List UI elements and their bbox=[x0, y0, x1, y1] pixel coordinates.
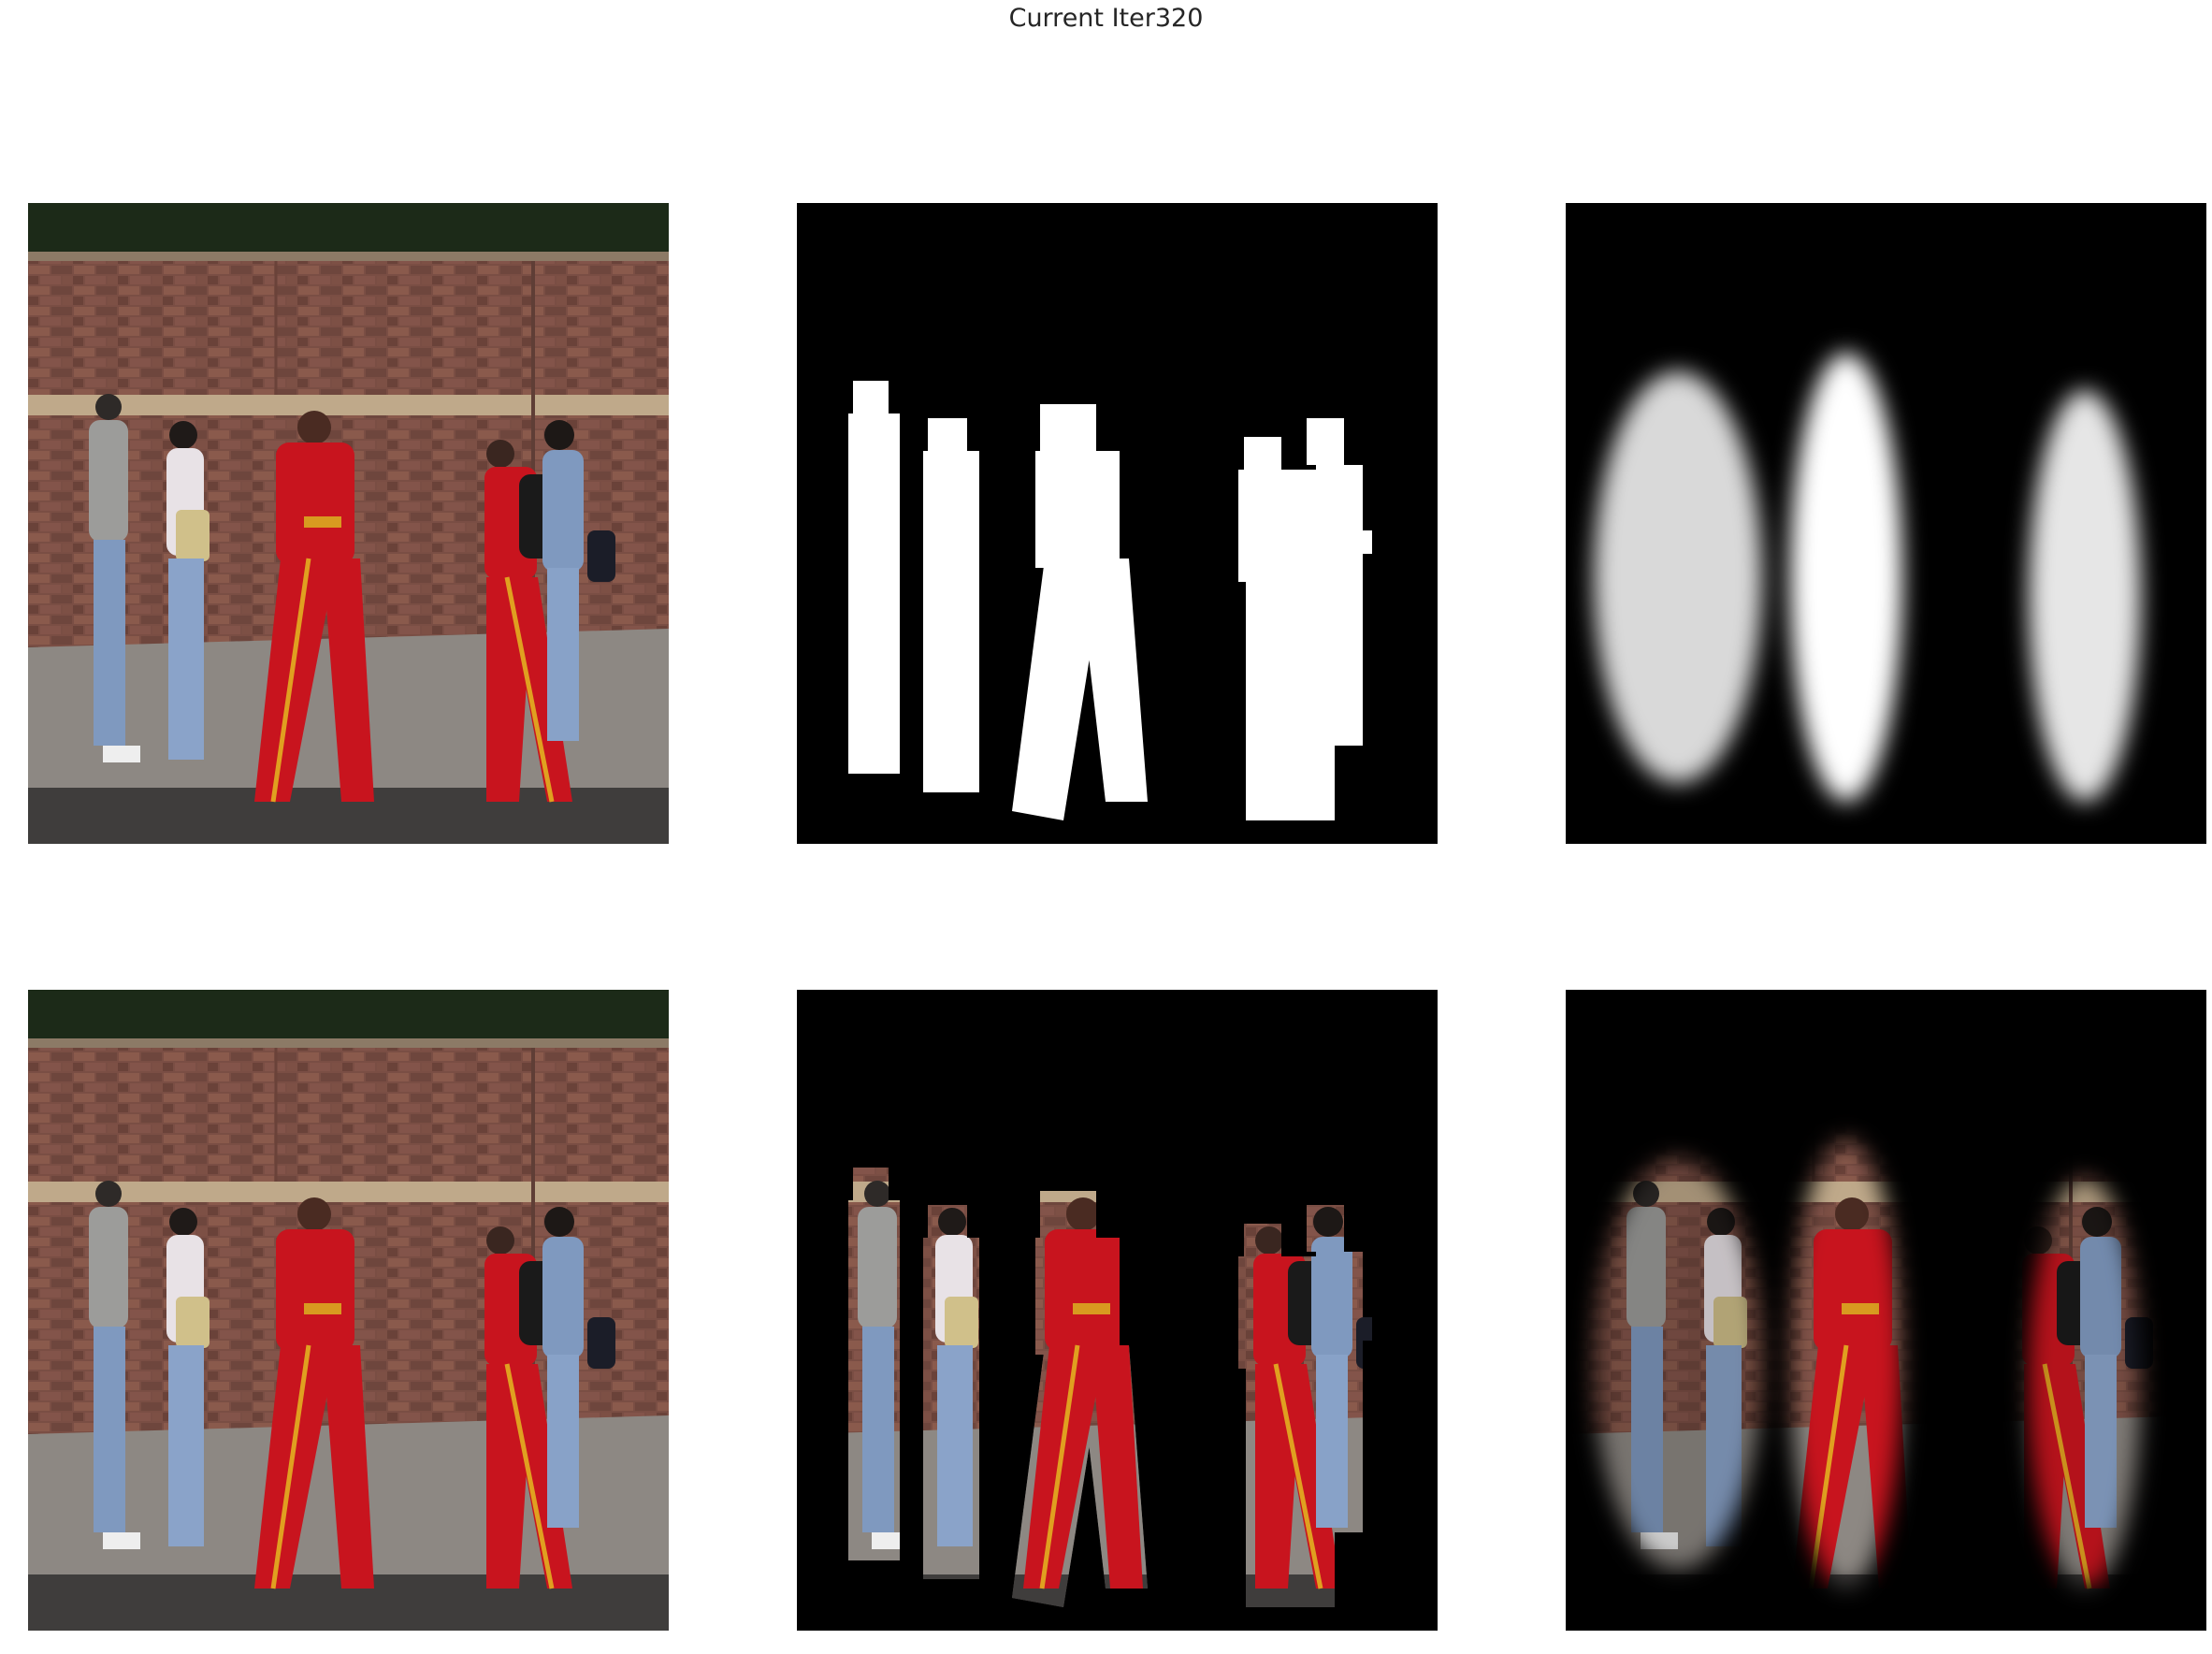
soft-mask-image bbox=[1566, 203, 2206, 844]
hard-masked-photo bbox=[797, 990, 1438, 1631]
binary-mask-image bbox=[797, 203, 1438, 844]
predicted-masked-image-panel bbox=[1566, 990, 2206, 1631]
figure-title: Current Iter320 bbox=[1008, 4, 1204, 33]
ground-truth-masked-image-panel bbox=[797, 990, 1438, 1631]
input-image-panel bbox=[28, 203, 669, 844]
input-photo bbox=[28, 203, 669, 844]
input-photo-copy bbox=[28, 990, 669, 1631]
ground-truth-mask-panel bbox=[797, 203, 1438, 844]
input-image-copy-panel bbox=[28, 990, 669, 1631]
predicted-mask-panel bbox=[1566, 203, 2206, 844]
soft-masked-photo bbox=[1566, 990, 2206, 1631]
